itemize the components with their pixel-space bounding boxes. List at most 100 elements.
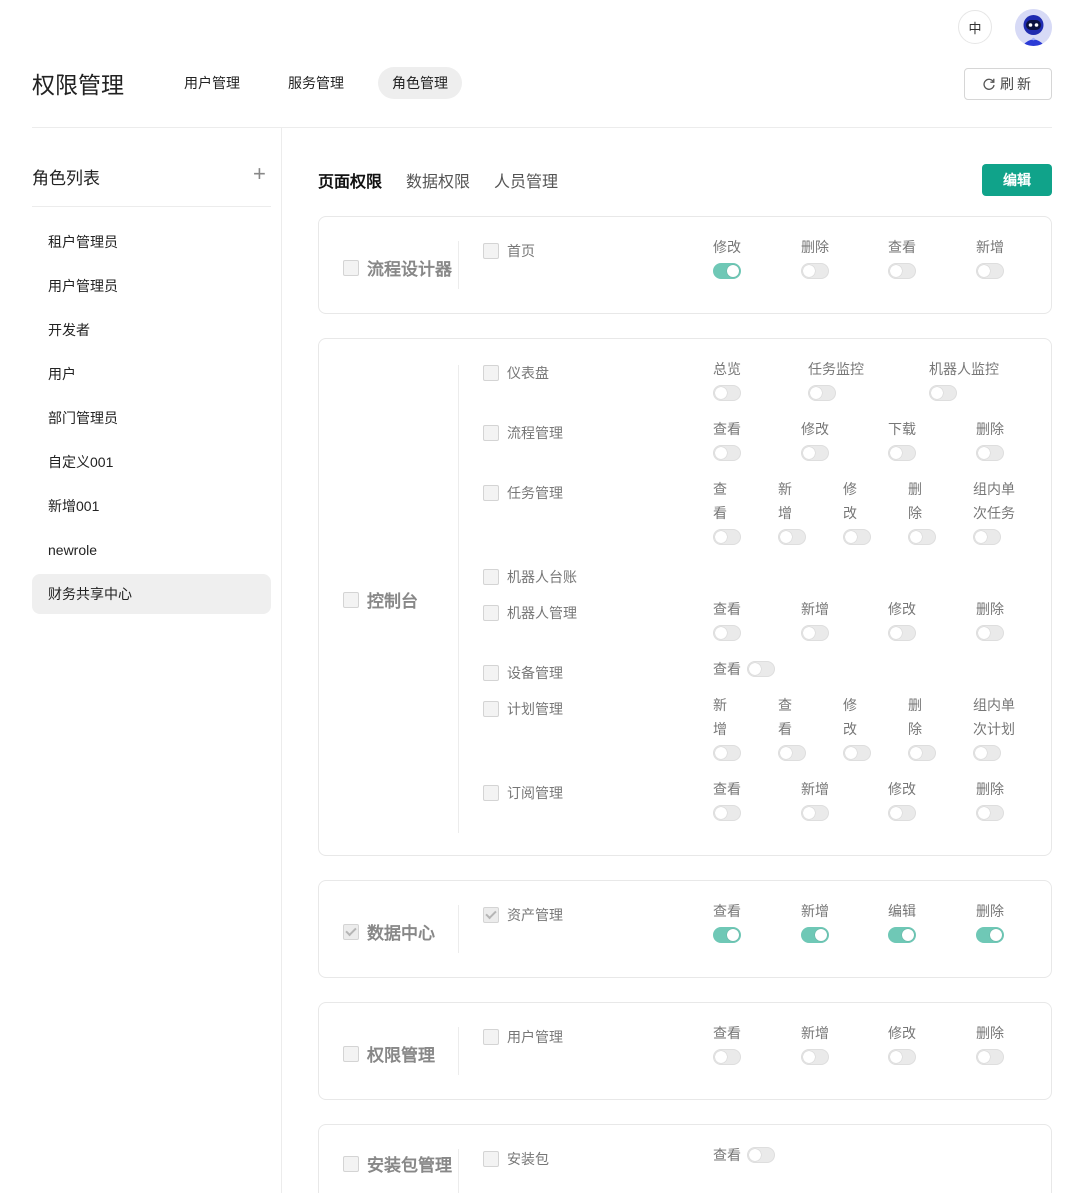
permission-toggle[interactable] xyxy=(908,745,936,761)
permission-toggle[interactable] xyxy=(801,805,829,821)
permission-toggle[interactable] xyxy=(713,625,741,641)
page-checkbox-group[interactable]: 首页 xyxy=(483,241,535,261)
permission-label: 编辑 xyxy=(888,903,916,919)
permission-toggle[interactable] xyxy=(888,263,916,279)
permission-toggle[interactable] xyxy=(973,745,1001,761)
edit-button[interactable]: 编辑 xyxy=(982,164,1052,196)
permission-toggle[interactable] xyxy=(713,385,741,401)
role-item[interactable]: 开发者 xyxy=(32,310,271,350)
page-checkbox[interactable] xyxy=(483,365,499,381)
role-item-selected[interactable]: 财务共享中心 xyxy=(32,574,271,614)
page-checkbox[interactable] xyxy=(483,1029,499,1045)
module-checkbox[interactable] xyxy=(343,1155,359,1172)
permission-toggle[interactable] xyxy=(747,1147,775,1163)
page-checkbox[interactable] xyxy=(483,569,499,585)
refresh-button[interactable]: 刷新 xyxy=(964,68,1052,100)
tab-data-permissions[interactable]: 数据权限 xyxy=(406,168,470,192)
page-checkbox-group[interactable]: 订阅管理 xyxy=(483,783,563,803)
permission-toggle[interactable] xyxy=(888,1049,916,1065)
permission-toggle[interactable] xyxy=(713,745,741,761)
page-checkbox-group[interactable]: 机器人管理 xyxy=(483,603,577,623)
permission-toggle[interactable] xyxy=(713,445,741,461)
page-checkbox[interactable] xyxy=(483,485,499,501)
page-checkbox[interactable] xyxy=(483,605,499,621)
role-item[interactable]: newrole xyxy=(32,530,271,570)
tab-user-management[interactable]: 用户管理 xyxy=(170,67,254,99)
page-checkbox-group[interactable]: 安装包 xyxy=(483,1149,549,1169)
permission-toggle[interactable] xyxy=(778,529,806,545)
permission-toggle[interactable] xyxy=(801,927,829,943)
permission-toggle[interactable] xyxy=(976,927,1004,943)
page-checkbox-group[interactable]: 流程管理 xyxy=(483,423,563,443)
module-checkbox-group[interactable]: 流程设计器 xyxy=(343,255,452,280)
permission-toggle[interactable] xyxy=(976,805,1004,821)
page-checkbox-group[interactable]: 仪表盘 xyxy=(483,363,549,383)
language-switch-button[interactable]: 中 xyxy=(958,10,992,44)
avatar[interactable] xyxy=(1015,9,1052,46)
permission-toggle[interactable] xyxy=(976,263,1004,279)
permission-toggle[interactable] xyxy=(801,445,829,461)
role-item[interactable]: 自定义001 xyxy=(32,442,271,482)
role-item[interactable]: 新增001 xyxy=(32,486,271,526)
module-checkbox-group[interactable]: 数据中心 xyxy=(343,919,435,944)
page-checkbox[interactable] xyxy=(483,785,499,801)
permission-toggle[interactable] xyxy=(929,385,957,401)
page-checkbox[interactable] xyxy=(483,1151,499,1167)
page-checkbox[interactable] xyxy=(483,243,499,259)
permission-toggle[interactable] xyxy=(843,529,871,545)
page-checkbox[interactable] xyxy=(483,907,499,923)
page-checkbox[interactable] xyxy=(483,665,499,681)
page-checkbox[interactable] xyxy=(483,425,499,441)
permission-toggle[interactable] xyxy=(888,445,916,461)
permission-toggle[interactable] xyxy=(976,1049,1004,1065)
tab-service-management[interactable]: 服务管理 xyxy=(274,67,358,99)
page-checkbox[interactable] xyxy=(483,701,499,717)
role-item[interactable]: 用户管理员 xyxy=(32,266,271,306)
permission-item: 新增 xyxy=(801,597,829,641)
page-checkbox-group[interactable]: 机器人台账 xyxy=(483,567,577,587)
role-item[interactable]: 租户管理员 xyxy=(32,222,271,262)
tab-role-management[interactable]: 角色管理 xyxy=(378,67,462,99)
permission-toggle[interactable] xyxy=(976,625,1004,641)
module-checkbox-group[interactable]: 安装包管理 xyxy=(343,1151,452,1176)
permission-item: 总览 xyxy=(713,357,741,401)
permission-toggle[interactable] xyxy=(976,445,1004,461)
permission-toggle[interactable] xyxy=(908,529,936,545)
permission-toggle[interactable] xyxy=(713,529,741,545)
module-checkbox-group[interactable]: 控制台 xyxy=(343,587,418,612)
permission-toggle[interactable] xyxy=(888,805,916,821)
page-checkbox-group[interactable]: 任务管理 xyxy=(483,483,563,503)
add-role-icon[interactable]: + xyxy=(253,163,266,185)
module-checkbox[interactable] xyxy=(343,923,359,940)
permission-toggle[interactable] xyxy=(888,927,916,943)
permission-toggle[interactable] xyxy=(713,263,741,279)
tab-page-permissions[interactable]: 页面权限 xyxy=(318,168,382,192)
permission-toggle[interactable] xyxy=(747,661,775,677)
module-checkbox[interactable] xyxy=(343,259,359,276)
permission-toggle[interactable] xyxy=(801,625,829,641)
module-checkbox[interactable] xyxy=(343,591,359,608)
tab-member-management[interactable]: 人员管理 xyxy=(494,168,558,192)
permission-item: 新增 xyxy=(801,1021,829,1065)
permission-toggle[interactable] xyxy=(801,263,829,279)
role-item[interactable]: 用户 xyxy=(32,354,271,394)
page-checkbox-group[interactable]: 资产管理 xyxy=(483,905,563,925)
permission-toggle[interactable] xyxy=(888,625,916,641)
permission-toggle[interactable] xyxy=(808,385,836,401)
permission-item: 新增 xyxy=(801,777,829,821)
module-separator xyxy=(458,1149,459,1193)
module-checkbox[interactable] xyxy=(343,1045,359,1062)
module-checkbox-group[interactable]: 权限管理 xyxy=(343,1041,435,1066)
permission-toggle[interactable] xyxy=(843,745,871,761)
page-checkbox-group[interactable]: 用户管理 xyxy=(483,1027,563,1047)
permission-toggle[interactable] xyxy=(801,1049,829,1065)
permission-toggle[interactable] xyxy=(778,745,806,761)
permission-toggle[interactable] xyxy=(713,805,741,821)
page-checkbox-group[interactable]: 计划管理 xyxy=(483,699,563,719)
permission-toggle[interactable] xyxy=(973,529,1001,545)
page-checkbox-group[interactable]: 设备管理 xyxy=(483,663,563,683)
permission-toggle[interactable] xyxy=(713,1049,741,1065)
role-item[interactable]: 部门管理员 xyxy=(32,398,271,438)
permission-label: 新增 xyxy=(801,601,829,617)
permission-toggle[interactable] xyxy=(713,927,741,943)
